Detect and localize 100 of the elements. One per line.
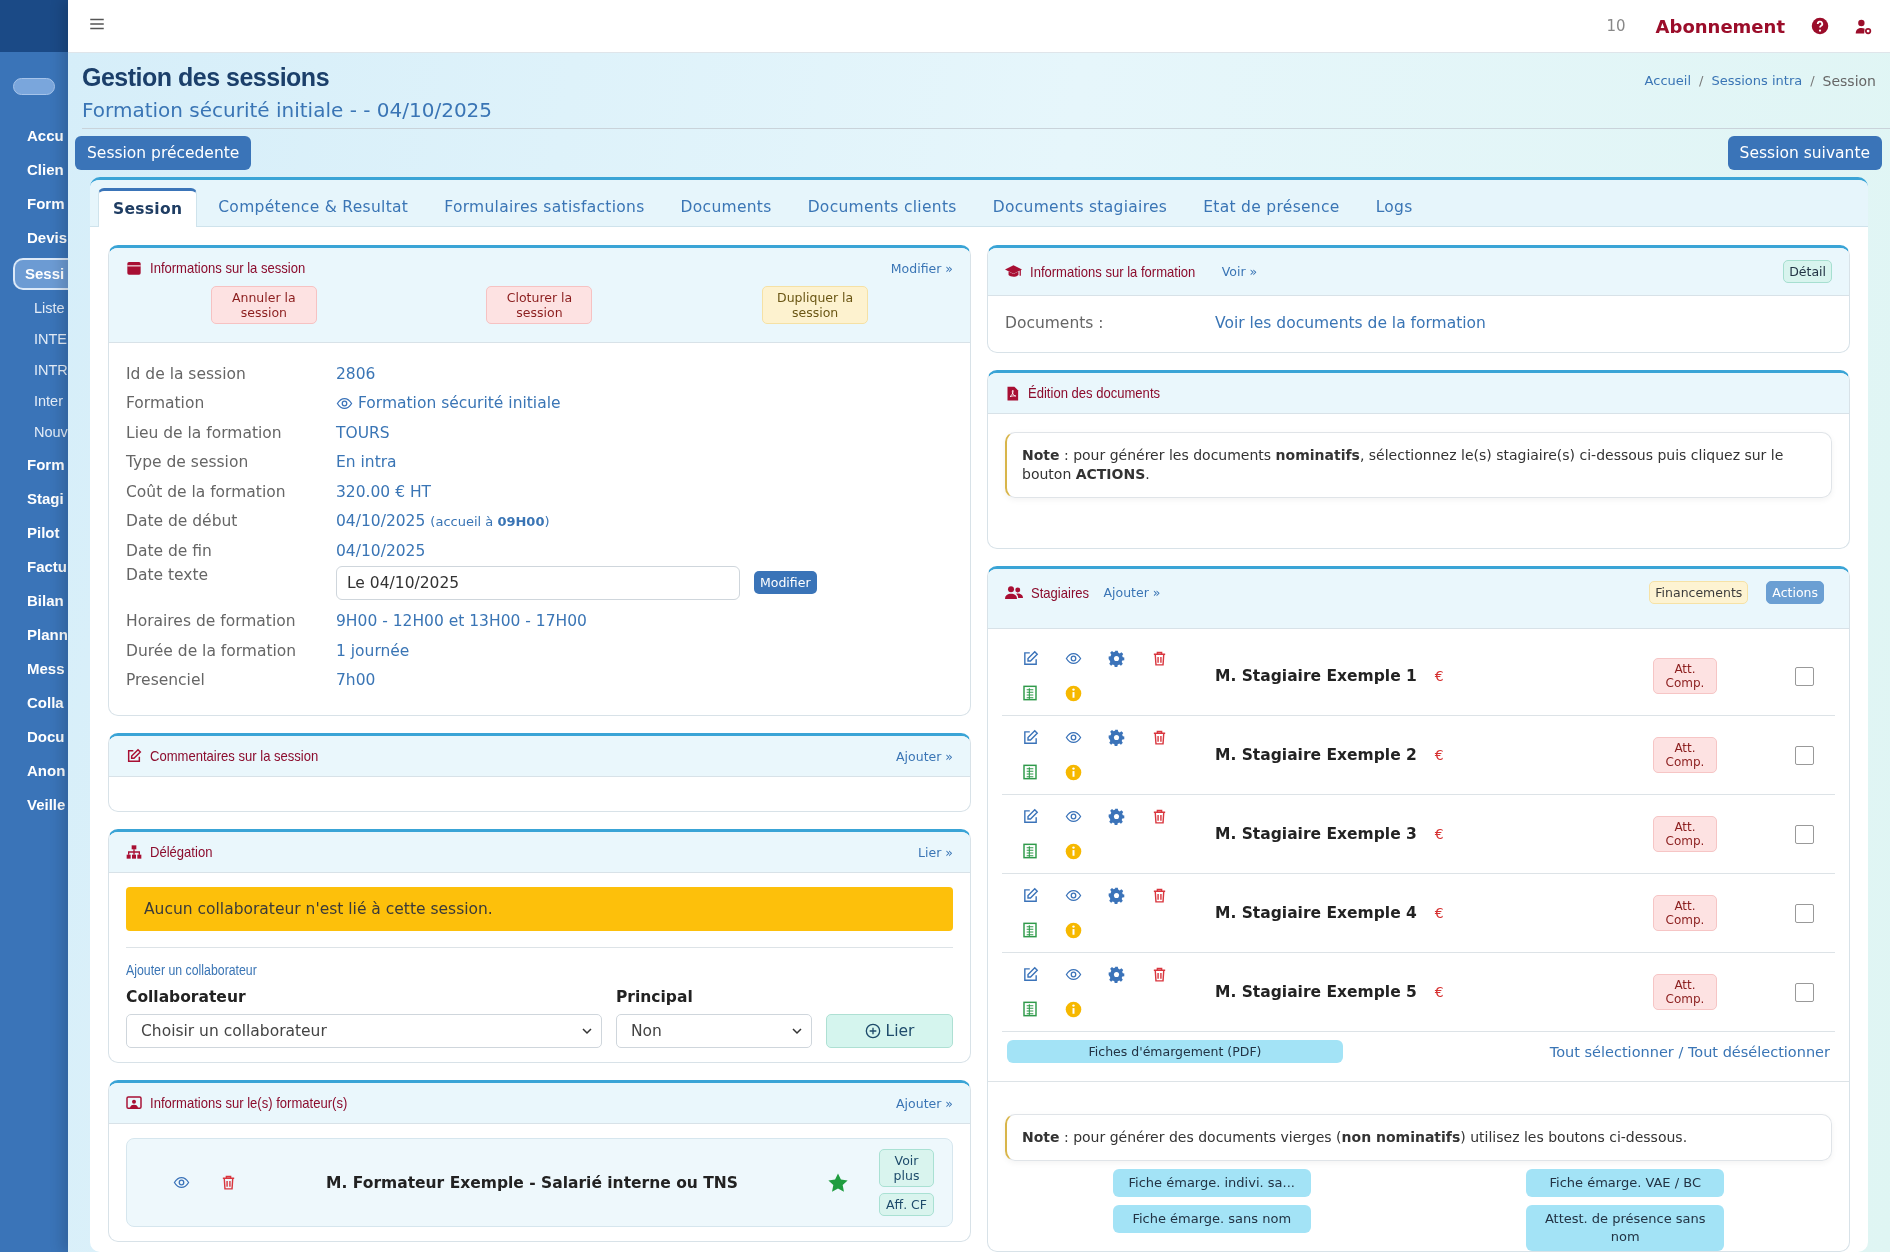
tab[interactable]: Session	[98, 188, 198, 227]
card-title: Informations sur la formation	[1030, 263, 1196, 280]
detail-button[interactable]: Détail	[1783, 260, 1832, 283]
sidebar-item[interactable]: Colla	[0, 686, 68, 720]
sidebar-item[interactable]: Plann	[0, 618, 68, 652]
certificate-button[interactable]: Att. Comp.	[1653, 816, 1717, 852]
sidebar-item[interactable]: Docu	[0, 720, 68, 754]
pdf-button[interactable]: Fiches d'émargement (PDF)	[1007, 1040, 1343, 1063]
session-action-button[interactable]: Dupliquer la session	[762, 286, 869, 324]
warning-alert: Aucun collaborateur n'est lié à cette session.	[126, 887, 953, 931]
sidebar-item[interactable]: Bilan	[0, 584, 68, 618]
document-button[interactable]: Attest. de présence sans nom	[1526, 1205, 1725, 1251]
session-action-button[interactable]: Cloturer la session	[486, 286, 593, 324]
checkbox[interactable]	[1795, 982, 1814, 1002]
sidebar-item[interactable]: Form	[0, 448, 68, 482]
checkbox[interactable]	[1795, 824, 1814, 844]
modify-button[interactable]: Modifier	[754, 571, 817, 594]
checkbox[interactable]	[1795, 903, 1814, 923]
modify-link[interactable]: Modifier »	[890, 260, 953, 276]
card-title: Informations sur la session	[150, 260, 306, 276]
certificate-button[interactable]: Att. Comp.	[1653, 895, 1717, 931]
sidebar-item[interactable]: Stagi	[0, 482, 68, 516]
pdf-file-icon	[1005, 385, 1020, 401]
field-label: Date texte	[126, 565, 210, 584]
documents-link[interactable]: Voir les documents de la formation	[1215, 314, 1832, 332]
spreadsheet-icon	[1022, 922, 1038, 938]
currency-sign: €	[1434, 905, 1444, 921]
view-link[interactable]: Voir »	[1221, 264, 1258, 279]
sidebar-item[interactable]: Sessi	[13, 258, 68, 290]
formation-link[interactable]: Formation sécurité initiale	[358, 394, 561, 413]
document-button[interactable]: Fiche émarge. indivi. sa...	[1112, 1169, 1311, 1197]
sidebar-item[interactable]: Anon	[0, 754, 68, 788]
trainee-name[interactable]: M. Stagiaire Exemple 5	[1215, 983, 1417, 1001]
link-button[interactable]: Lier	[826, 1014, 953, 1048]
trainer-button[interactable]: Aff. CF	[879, 1193, 934, 1216]
collaborator-select[interactable]: Choisir un collaborateur	[126, 1014, 602, 1048]
tab[interactable]: Formulaires satisfactions	[429, 188, 660, 226]
field-value: 2806	[336, 364, 377, 383]
field-label: Formation	[126, 394, 206, 413]
certificate-button[interactable]: Att. Comp.	[1653, 974, 1717, 1010]
sidebar-item[interactable]: Veille	[0, 788, 68, 822]
session-action-button[interactable]: Annuler la session	[210, 286, 317, 324]
add-link[interactable]: Ajouter »	[896, 748, 953, 764]
trainee-name[interactable]: M. Stagiaire Exemple 1	[1215, 667, 1417, 685]
breadcrumb-separator: /	[1810, 73, 1815, 90]
edit-icon	[1022, 887, 1039, 904]
date-text-field[interactable]: Le 04/10/2025	[336, 565, 740, 600]
info-icon	[1065, 1001, 1082, 1018]
sidebar-header	[0, 0, 68, 52]
subscription-link[interactable]: Abonnement	[1655, 15, 1785, 37]
trash-icon	[1151, 650, 1168, 667]
card-title: Stagiaires	[1031, 584, 1090, 601]
tab[interactable]: Compétence & Resultat	[203, 188, 424, 226]
breadcrumb-link[interactable]: Sessions intra	[1711, 73, 1803, 122]
field-value: TOURS	[336, 423, 391, 442]
breadcrumb-link[interactable]: Accueil	[1644, 73, 1692, 122]
trash-icon	[1151, 966, 1168, 983]
sidebar-item[interactable]: Clien	[0, 153, 68, 187]
add-link[interactable]: Ajouter »	[896, 1095, 953, 1111]
trainee-name[interactable]: M. Stagiaire Exemple 4	[1215, 904, 1417, 922]
document-button[interactable]: Fiche émarge. sans nom	[1112, 1205, 1311, 1233]
trainee-name[interactable]: M. Stagiaire Exemple 3	[1215, 825, 1417, 843]
toggle-switch[interactable]	[13, 78, 55, 95]
sidebar-item[interactable]: Form	[0, 187, 68, 221]
next-session-button[interactable]: Session suivante	[1727, 136, 1882, 170]
sidebar-subitem[interactable]: Liste	[0, 293, 68, 324]
tab[interactable]: Documents stagiaires	[977, 188, 1183, 226]
tab[interactable]: Documents clients	[792, 188, 972, 226]
principal-select[interactable]: Non	[616, 1014, 812, 1048]
certificate-button[interactable]: Att. Comp.	[1653, 658, 1717, 694]
sidebar-item[interactable]: Pilot	[0, 516, 68, 550]
tab[interactable]: Documents	[665, 188, 787, 226]
sidebar-subitem[interactable]: INTE	[0, 324, 68, 355]
header-button[interactable]: Financements	[1649, 581, 1749, 604]
sidebar-item[interactable]: Accu	[0, 119, 68, 153]
sidebar-subitem[interactable]: Nouv	[0, 417, 68, 448]
tab[interactable]: Etat de présence	[1188, 188, 1355, 226]
star-icon	[827, 1171, 849, 1194]
card-title: Commentaires sur la session	[150, 748, 319, 764]
link-action[interactable]: Lier »	[918, 844, 953, 860]
sidebar-subitem[interactable]: Inter	[0, 386, 68, 417]
trainee-name[interactable]: M. Stagiaire Exemple 2	[1215, 746, 1417, 764]
breadcrumb-current: Session	[1822, 73, 1876, 91]
header-button[interactable]: Actions	[1766, 581, 1824, 604]
tab[interactable]: Logs	[1360, 188, 1428, 226]
info-icon	[1065, 922, 1082, 939]
document-button[interactable]: Fiche émarge. VAE / BC	[1526, 1169, 1725, 1197]
sidebar-item[interactable]: Mess	[0, 652, 68, 686]
previous-session-button[interactable]: Session précedente	[75, 136, 252, 170]
checkbox[interactable]	[1795, 666, 1814, 686]
sidebar-subitem[interactable]: INTR	[0, 355, 68, 386]
sidebar-item[interactable]: Devis	[0, 221, 68, 255]
add-link[interactable]: Ajouter »	[1103, 585, 1161, 600]
certificate-button[interactable]: Att. Comp.	[1653, 737, 1717, 773]
chevron-icon	[581, 1025, 593, 1037]
breadcrumb-separator: /	[1699, 73, 1704, 90]
select-all-link[interactable]: Tout sélectionner / Tout désélectionner	[1549, 1043, 1830, 1060]
trainer-button[interactable]: Voir plus	[879, 1149, 934, 1187]
checkbox[interactable]	[1795, 745, 1814, 765]
sidebar-item[interactable]: Factu	[0, 550, 68, 584]
